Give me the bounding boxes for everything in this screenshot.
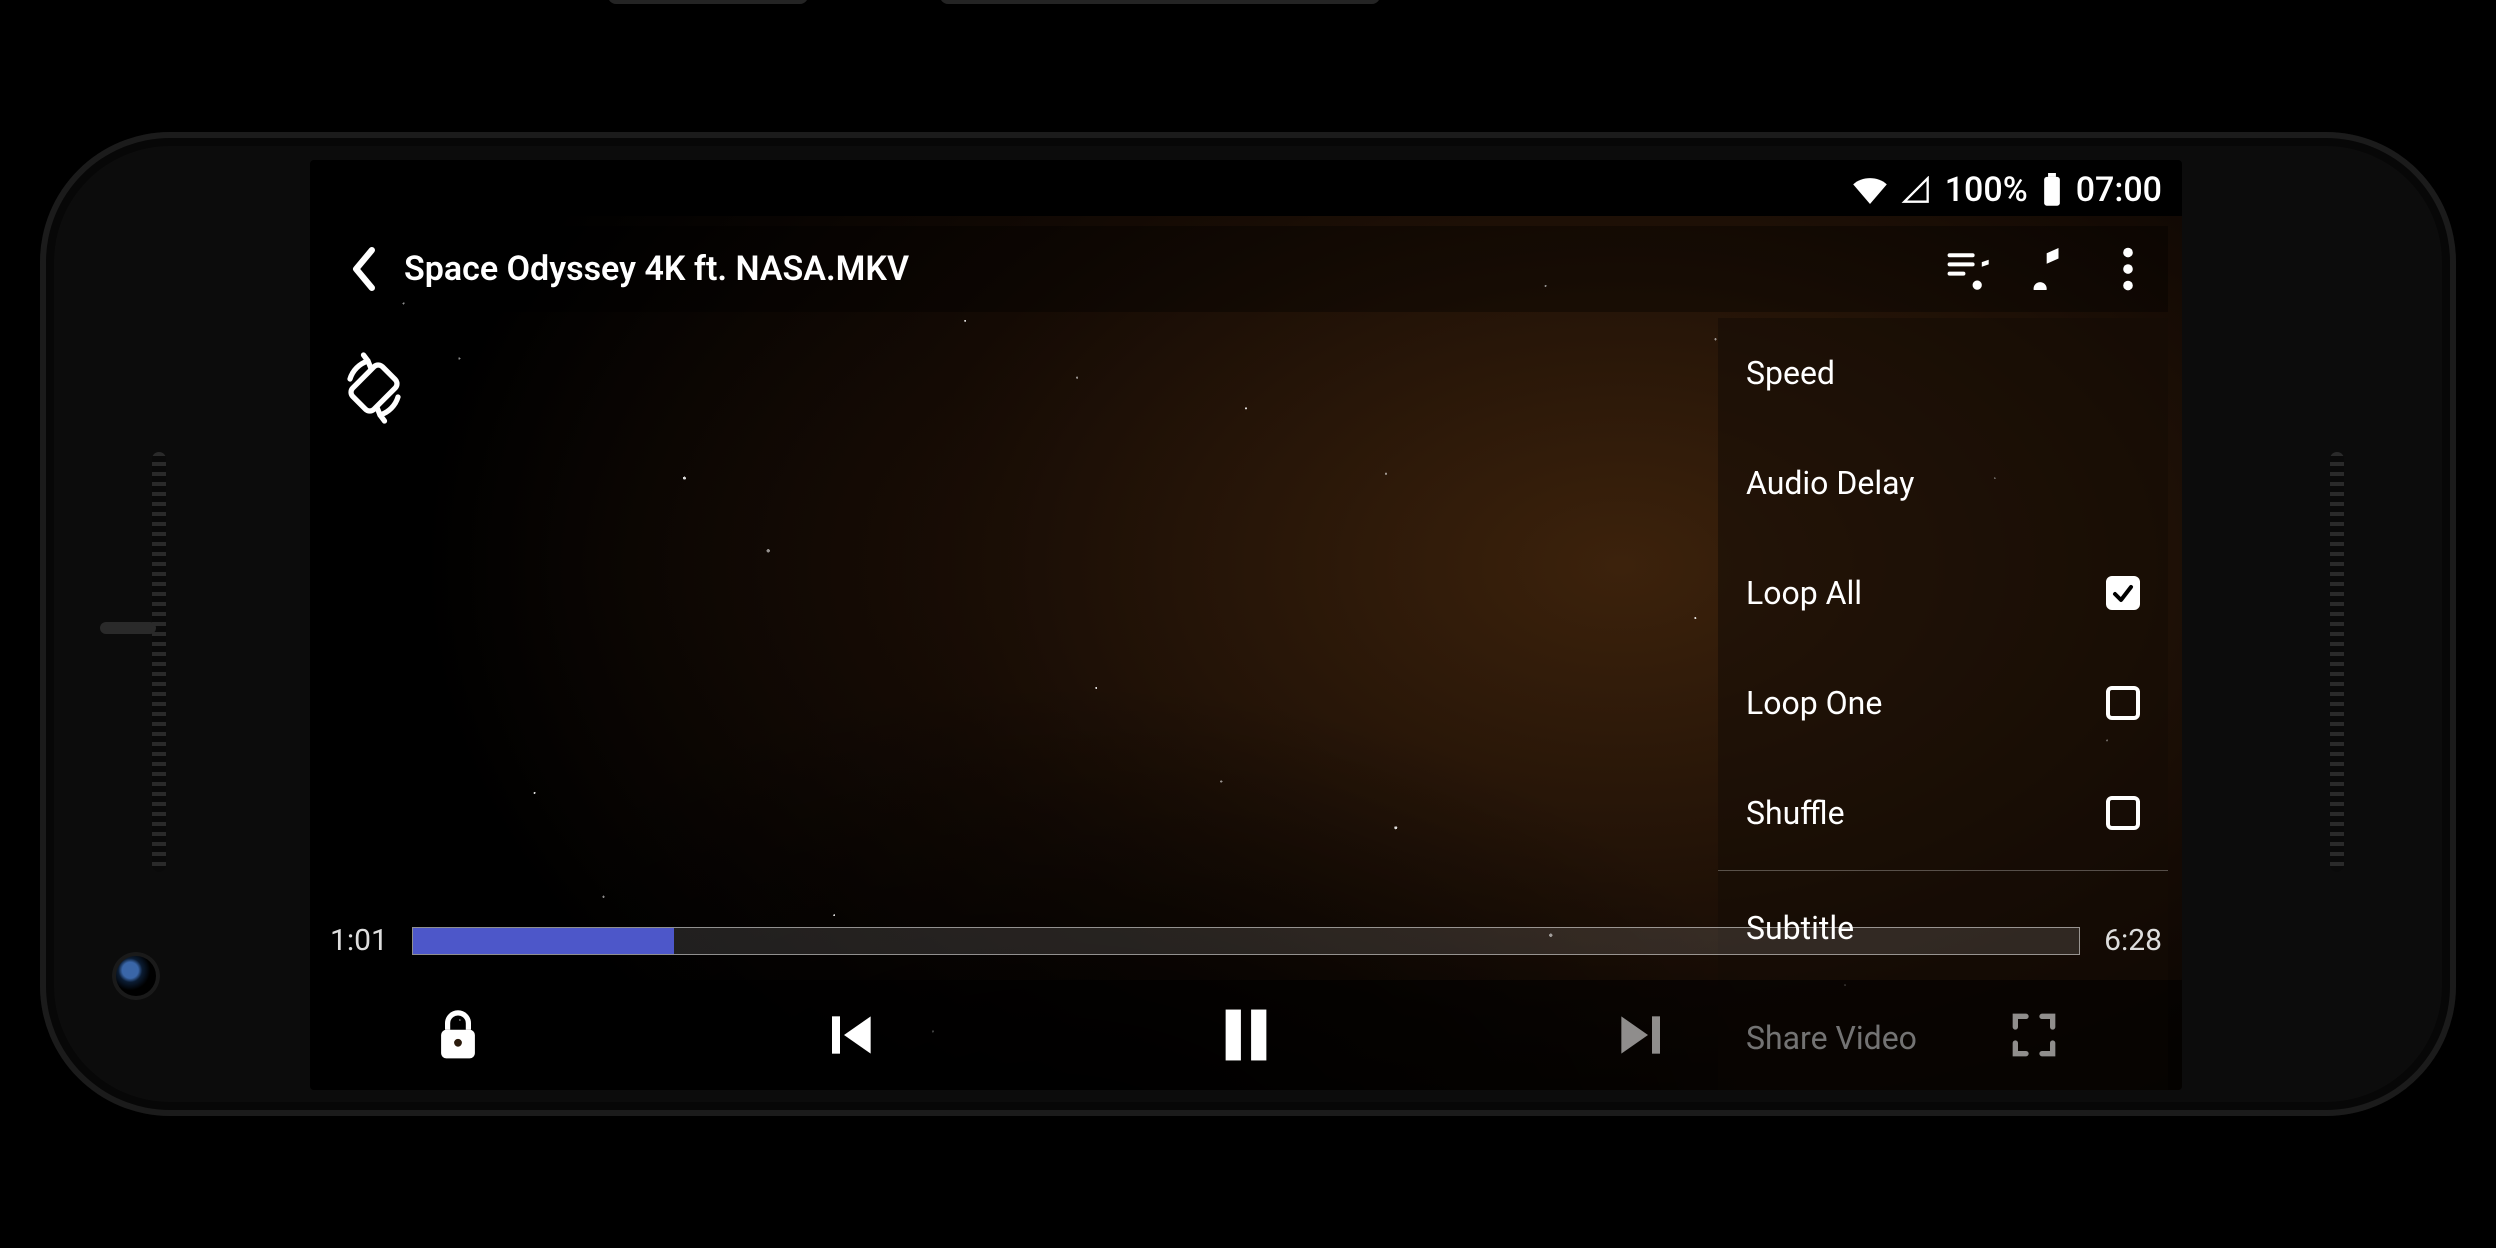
- menu-item-label: Loop One: [1746, 684, 1882, 722]
- back-button[interactable]: [324, 226, 404, 312]
- player-title-bar: Space Odyssey 4K ft. NASA.MKV: [324, 226, 2168, 312]
- menu-item-checkbox[interactable]: [2106, 686, 2140, 720]
- wifi-icon: [1853, 176, 1887, 204]
- menu-item-speed[interactable]: Speed: [1718, 318, 2168, 428]
- menu-item-checkbox[interactable]: [2106, 796, 2140, 830]
- transport-bar: [310, 980, 2182, 1090]
- menu-item-label: Audio Delay: [1746, 464, 1914, 502]
- menu-item-audio-delay[interactable]: Audio Delay: [1718, 428, 2168, 538]
- battery-percent: 100%: [1945, 170, 2028, 210]
- phone-frame: 100% 07:00 Space Odyssey 4K ft. NASA.MKV: [40, 132, 2456, 1116]
- progress-row: 1:01 6:28: [330, 923, 2162, 958]
- screen: 100% 07:00 Space Odyssey 4K ft. NASA.MKV: [310, 160, 2182, 1090]
- menu-item-label: Speed: [1746, 354, 1835, 392]
- more-options-button[interactable]: [2088, 226, 2168, 312]
- hw-volume-button: [940, 0, 1380, 4]
- play-pause-button[interactable]: [1198, 987, 1294, 1083]
- options-menu: SpeedAudio DelayLoop AllLoop OneShuffleS…: [1718, 318, 2168, 1090]
- proximity-sensor: [100, 622, 156, 634]
- previous-track-button[interactable]: [804, 987, 900, 1083]
- menu-item-loop-all[interactable]: Loop All: [1718, 538, 2168, 648]
- seek-bar[interactable]: [412, 927, 2080, 955]
- video-title: Space Odyssey 4K ft. NASA.MKV: [404, 249, 909, 289]
- menu-item-label: Loop All: [1746, 574, 1862, 612]
- status-bar: 100% 07:00: [1853, 166, 2162, 214]
- next-track-button[interactable]: [1592, 987, 1688, 1083]
- menu-divider: [1718, 870, 2168, 871]
- lock-controls-button[interactable]: [410, 987, 506, 1083]
- seek-bar-fill: [413, 928, 675, 954]
- speaker-grille-right: [2330, 452, 2344, 872]
- rotate-screen-button[interactable]: [326, 340, 422, 436]
- total-time: 6:28: [2104, 923, 2162, 958]
- menu-item-label: Shuffle: [1746, 794, 1845, 832]
- clock: 07:00: [2076, 170, 2162, 210]
- menu-item-loop-one[interactable]: Loop One: [1718, 648, 2168, 758]
- fullscreen-button[interactable]: [1986, 987, 2082, 1083]
- hw-power-button: [608, 0, 808, 4]
- front-camera: [112, 952, 160, 1000]
- speaker-grille-left: [152, 452, 166, 872]
- battery-icon: [2042, 173, 2062, 207]
- stage: 100% 07:00 Space Odyssey 4K ft. NASA.MKV: [0, 0, 2496, 1248]
- cellular-icon: [1901, 176, 1931, 204]
- elapsed-time: 1:01: [330, 923, 388, 958]
- playlist-button[interactable]: [1928, 226, 2008, 312]
- menu-item-checkbox[interactable]: [2106, 576, 2140, 610]
- audio-track-button[interactable]: [2008, 226, 2088, 312]
- menu-item-shuffle[interactable]: Shuffle: [1718, 758, 2168, 868]
